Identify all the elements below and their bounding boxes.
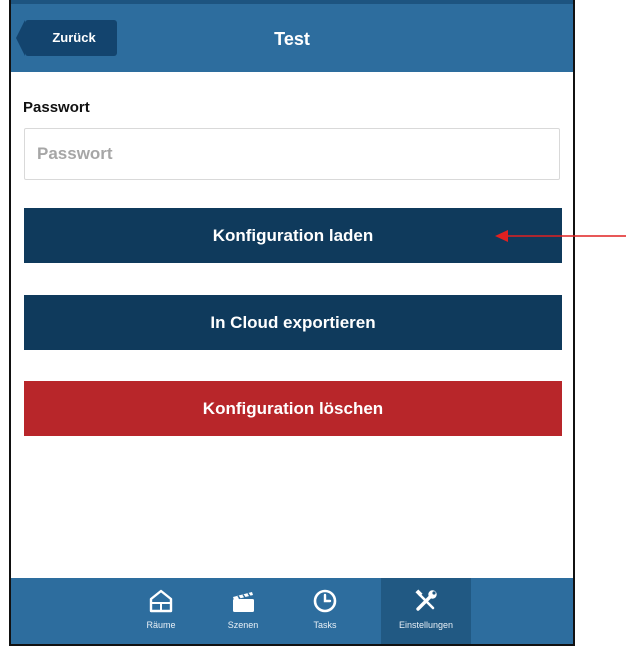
password-label: Passwort (23, 99, 90, 116)
header-bar: Zurück Test (11, 0, 573, 72)
tab-tasks[interactable]: Tasks (289, 578, 361, 644)
export-to-cloud-button[interactable]: In Cloud exportieren (24, 295, 562, 350)
annotation-arrow (495, 230, 626, 242)
tab-scenes[interactable]: Szenen (207, 578, 279, 644)
tab-tasks-label: Tasks (313, 620, 337, 630)
scenes-icon (233, 592, 254, 612)
clock-icon (313, 589, 337, 613)
tab-rooms[interactable]: Räume (125, 578, 197, 644)
tab-rooms-label: Räume (146, 620, 176, 630)
password-input[interactable] (24, 128, 560, 180)
load-configuration-button[interactable]: Konfiguration laden (24, 208, 562, 263)
tab-settings-label: Einstellungen (398, 620, 454, 630)
app-frame: Zurück Test Passwort Konfiguration laden… (9, 0, 575, 646)
delete-configuration-button[interactable]: Konfiguration löschen (24, 381, 562, 436)
tools-icon (415, 589, 437, 611)
back-button[interactable]: Zurück (16, 20, 117, 56)
tab-settings[interactable]: Einstellungen (381, 578, 471, 644)
bottom-tab-bar: Räume Szenen Tasks Einstellungen (11, 578, 573, 644)
tab-scenes-label: Szenen (227, 620, 259, 630)
rooms-icon (149, 589, 173, 613)
